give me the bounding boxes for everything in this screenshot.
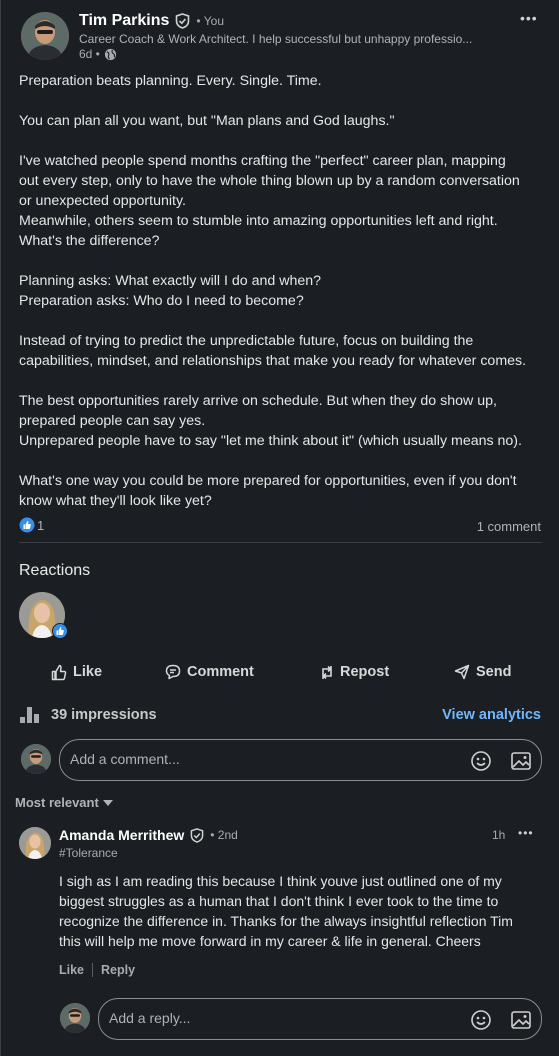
post-paragraph: What's one way you could be more prepare… — [19, 473, 517, 509]
image-icon[interactable] — [510, 1009, 532, 1031]
comment-label: Comment — [187, 664, 254, 680]
reaction-count: 1 — [37, 517, 45, 533]
comment-time: 1h — [492, 828, 506, 842]
like-label: Like — [73, 664, 103, 680]
comment-header: Amanda Merrithew • 2nd — [59, 827, 238, 843]
comment-more-icon[interactable]: ••• — [518, 826, 534, 840]
reply-input-placeholder: Add a reply... — [109, 1010, 191, 1026]
author-row: Tim Parkins • You — [79, 12, 224, 30]
image-icon[interactable] — [510, 750, 532, 772]
comment-actions: Like Reply — [59, 963, 135, 977]
author-name[interactable]: Tim Parkins — [79, 12, 169, 30]
sort-dropdown[interactable]: Most relevant — [15, 795, 113, 810]
author-relation: • You — [196, 14, 224, 28]
comment-icon — [165, 664, 181, 680]
comment-input[interactable]: Add a comment... — [59, 739, 542, 781]
post-paragraph: Preparation beats planning. Every. Singl… — [19, 73, 322, 89]
reply-user-avatar — [60, 1003, 90, 1033]
commenter-avatar[interactable] — [19, 827, 51, 859]
author-avatar[interactable] — [21, 12, 69, 60]
view-analytics-link[interactable]: View analytics — [442, 707, 541, 723]
reactions-title: Reactions — [19, 562, 91, 579]
send-button[interactable]: Send — [454, 661, 511, 683]
post-time: 6d • — [79, 47, 100, 61]
comment-input-placeholder: Add a comment... — [70, 751, 180, 767]
post-meta: 6d • — [79, 47, 117, 61]
commenter-subtitle: #Tolerance — [59, 846, 118, 860]
current-user-avatar — [21, 744, 51, 774]
send-icon — [454, 664, 470, 680]
impressions-count: 39 impressions — [51, 707, 157, 723]
post-paragraph: I've watched people spend months craftin… — [19, 153, 520, 249]
verified-shield-icon — [176, 13, 190, 29]
like-reaction-icon — [19, 517, 35, 533]
comment-button[interactable]: Comment — [165, 661, 254, 683]
post-more-icon[interactable]: ••• — [520, 10, 538, 26]
send-label: Send — [476, 664, 512, 680]
emoji-icon[interactable] — [470, 750, 492, 772]
comment-like-button[interactable]: Like — [59, 963, 84, 977]
repost-icon — [322, 665, 332, 679]
analytics-bars-icon — [20, 707, 39, 723]
separator — [92, 963, 94, 977]
comment-reply-button[interactable]: Reply — [101, 963, 135, 977]
post-paragraph: You can plan all you want, but "Man plan… — [19, 113, 395, 129]
thumbs-up-icon — [51, 664, 67, 680]
divider — [19, 542, 542, 543]
comment-count[interactable]: 1 comment — [477, 519, 541, 534]
sort-label: Most relevant — [15, 795, 99, 810]
commenter-name[interactable]: Amanda Merrithew — [59, 827, 184, 843]
repost-button[interactable]: Repost — [320, 661, 389, 683]
emoji-icon[interactable] — [470, 1009, 492, 1031]
globe-icon — [104, 48, 116, 60]
reply-input[interactable]: Add a reply... — [98, 998, 542, 1040]
post-card: Tim Parkins • You Career Coach & Work Ar… — [0, 0, 559, 1056]
commenter-degree: • 2nd — [210, 828, 238, 842]
verified-shield-icon — [190, 827, 204, 843]
post-text: Preparation beats planning. Every. Singl… — [19, 71, 549, 511]
reaction-summary[interactable]: 1 — [19, 517, 44, 533]
repost-label: Repost — [340, 664, 390, 680]
post-paragraph: Planning asks: What exactly will I do an… — [19, 273, 322, 309]
caret-down-icon — [102, 799, 113, 806]
reactor-like-badge-icon — [52, 623, 68, 639]
author-headline: Career Coach & Work Architect. I help su… — [79, 32, 473, 46]
like-button[interactable]: Like — [51, 661, 102, 683]
comment-text: I sigh as I am reading this because I th… — [59, 873, 513, 949]
post-paragraph: Instead of trying to predict the unpredi… — [19, 333, 527, 369]
post-paragraph: The best opportunities rarely arrive on … — [19, 393, 522, 449]
